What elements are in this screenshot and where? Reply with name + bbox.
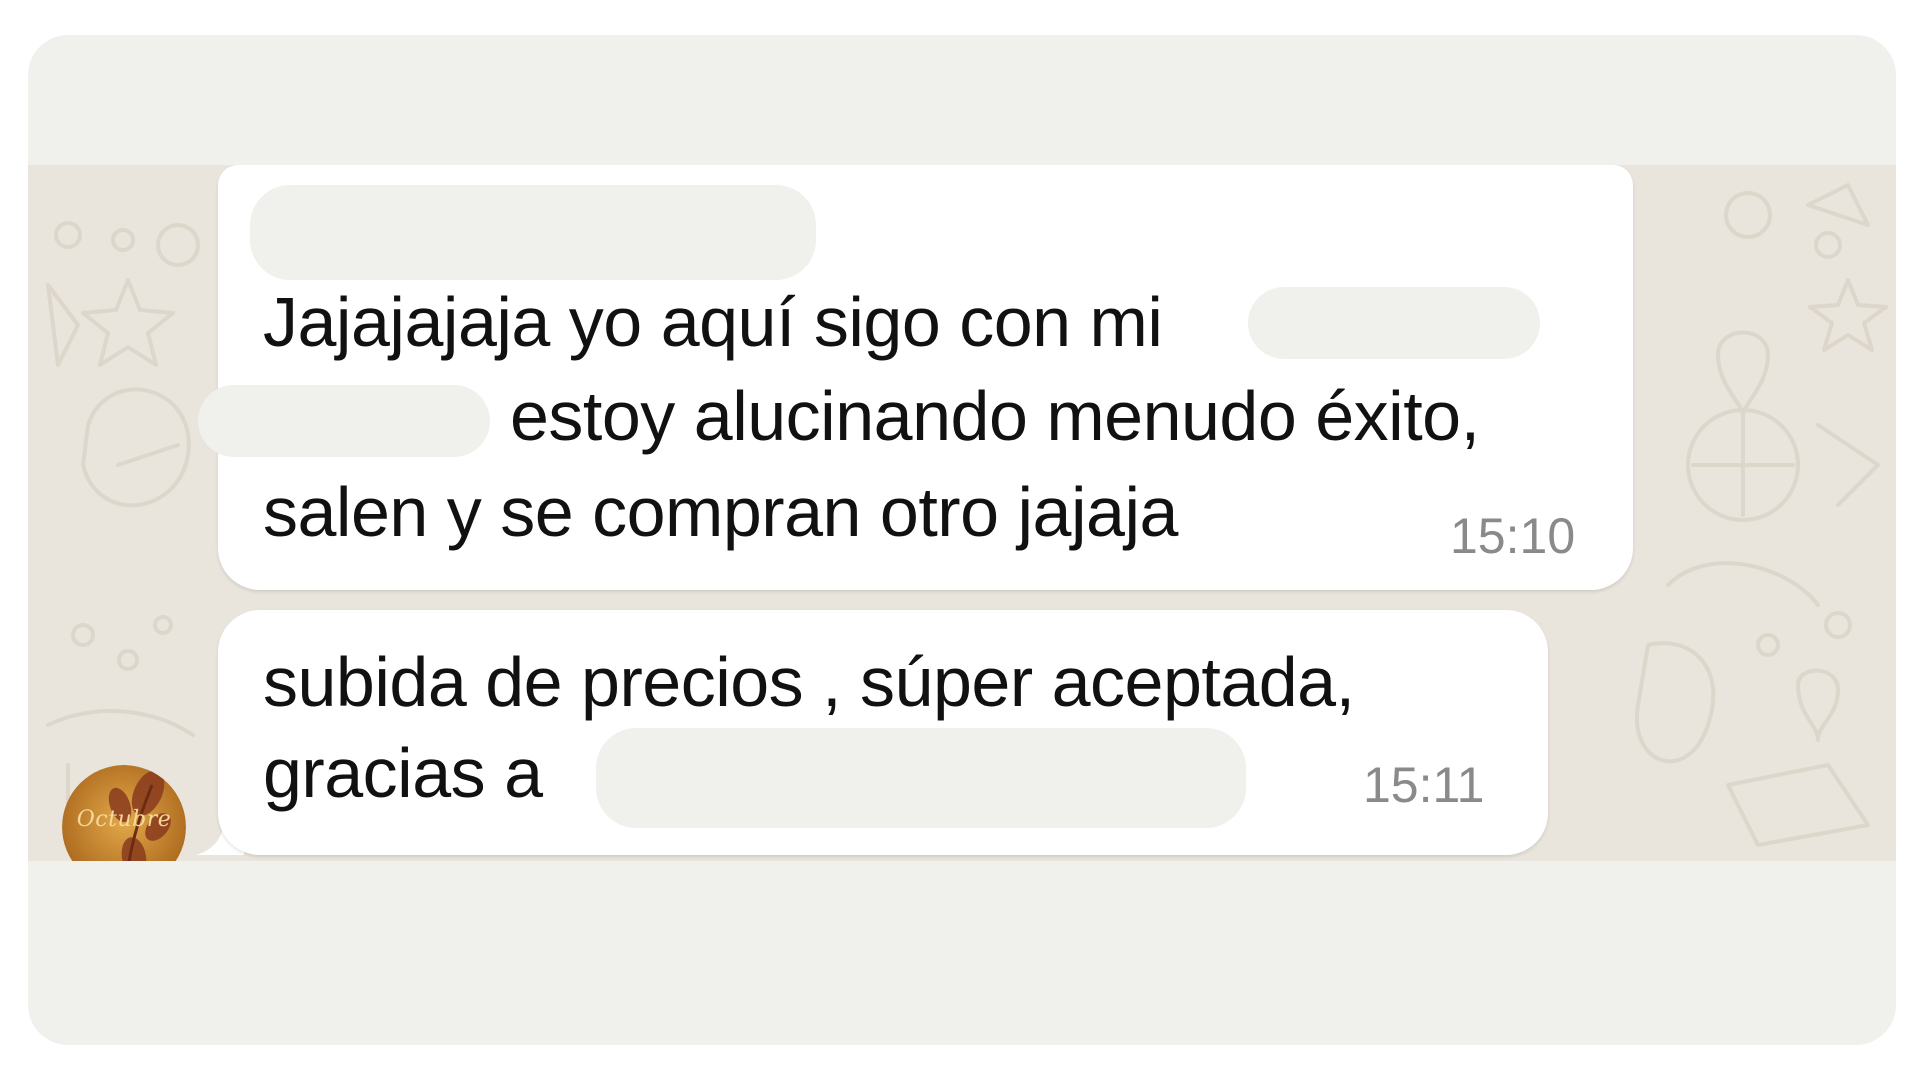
message-text-line: gracias a — [263, 734, 543, 812]
message-timestamp: 15:11 — [1363, 757, 1485, 813]
avatar-logo-text: Octubre — [76, 807, 172, 832]
message-text-line: estoy alucinando menudo éxito, — [510, 377, 1480, 455]
redacted-text — [1248, 287, 1540, 359]
redacted-text — [596, 728, 1246, 828]
message-timestamp: 15:10 — [1450, 508, 1576, 564]
redacted-sender-name — [250, 185, 816, 280]
message-bubble-incoming[interactable]: subida de precios , súper aceptada, grac… — [218, 610, 1548, 855]
message-text-line: salen y se compran otro jajaja — [263, 473, 1178, 551]
message-bubble-incoming[interactable]: Jajajajaja yo aquí sigo con mi estoy alu… — [198, 165, 1633, 590]
chat-screenshot-card: Jajajajaja yo aquí sigo con mi estoy alu… — [28, 35, 1896, 1045]
message-text-line: subida de precios , súper aceptada, — [263, 643, 1355, 721]
redacted-text — [198, 385, 490, 457]
chat-area[interactable]: Jajajajaja yo aquí sigo con mi estoy alu… — [28, 165, 1896, 861]
message-text-line: Jajajajaja yo aquí sigo con mi — [263, 283, 1163, 361]
